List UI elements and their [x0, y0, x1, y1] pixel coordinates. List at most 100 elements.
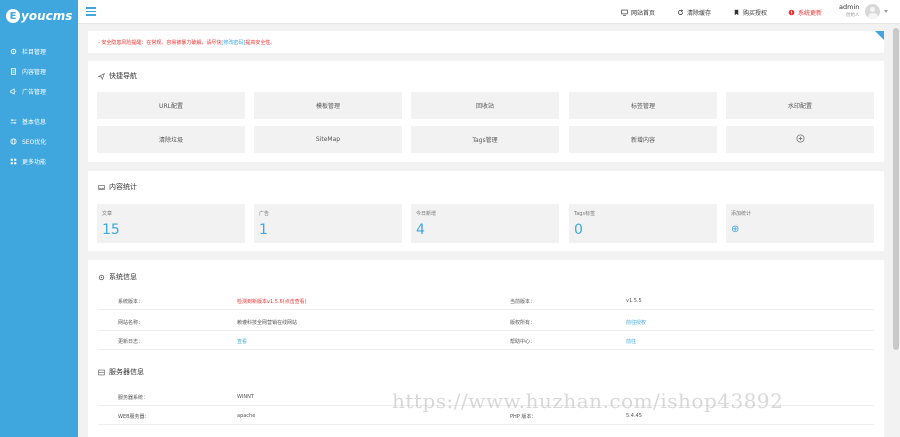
watermark: https://www.huzhan.com/ishop43892 [392, 389, 784, 413]
logo[interactable]: E youcms [6, 6, 72, 26]
gear-icon [9, 47, 17, 55]
quick-watermark-config[interactable]: 水印配置 [726, 92, 874, 119]
panel-title: 系统信息 [98, 272, 137, 282]
stat-articles[interactable]: 文章 15 [97, 204, 245, 243]
info-value: 赖遵科技全网营销在线网站 [237, 320, 298, 326]
quick-nav-title: 快捷导航 [109, 72, 137, 80]
chevron-down-icon[interactable] [884, 10, 888, 13]
panel-title: 内容统计 [98, 182, 137, 192]
stat-ads[interactable]: 广告 1 [254, 204, 402, 243]
alert-icon [788, 9, 795, 16]
quick-template-manage[interactable]: 模板管理 [254, 92, 402, 119]
stat-tags[interactable]: Tags标签 0 [569, 204, 717, 243]
quick-add-content[interactable]: 新增内容 [569, 126, 717, 153]
scrollbar[interactable] [893, 28, 899, 350]
help-center-link[interactable]: 前往 [626, 338, 636, 345]
sidebar-item-basic-info[interactable]: 基本信息 [0, 114, 78, 128]
logo-text: youcms [21, 9, 73, 23]
sidebar-item-more[interactable]: 更多功能 [0, 154, 78, 168]
quick-recycle-bin[interactable]: 回收站 [411, 92, 559, 119]
bookmark-icon [733, 9, 740, 16]
quick-add-button[interactable] [726, 126, 874, 153]
info-key: WEB服务器： [118, 414, 150, 420]
quick-nav-panel: 快捷导航 URL配置 模板管理 回收站 标签管理 水印配置 清除垃圾 SiteM… [88, 61, 884, 162]
user-role: 创始人 [845, 13, 860, 18]
site-home-label: 网站首页 [631, 9, 656, 17]
sidebar-item-seo[interactable]: SEO优化 [0, 134, 78, 148]
quick-tags-manage[interactable]: Tags管理 [411, 126, 559, 153]
info-key: 帮助中心： [510, 339, 536, 345]
quick-label: 新增内容 [630, 137, 655, 144]
monitor-icon [621, 9, 628, 16]
site-home-link[interactable]: 网站首页 [621, 7, 655, 17]
quick-sitemap[interactable]: SiteMap [254, 126, 402, 153]
buy-license-link[interactable]: 购买授权 [733, 7, 767, 17]
corner-tag [875, 31, 884, 40]
stat-value: 1 [259, 222, 268, 238]
system-update-label: 系统更新 [798, 9, 823, 17]
info-value: v1.5.5 [626, 298, 642, 304]
gear-icon [98, 274, 105, 281]
user-name: admin [839, 3, 860, 11]
sidebar-item-content[interactable]: 内容管理 [0, 64, 78, 78]
system-info-title: 系统信息 [109, 273, 137, 281]
quick-tag-manage[interactable]: 标签管理 [569, 92, 717, 119]
update-available-link[interactable]: 检测到新版本v1.5.6(点击查看) [237, 298, 307, 305]
stat-label: 广告 [259, 211, 270, 217]
quick-clear-junk[interactable]: 清除垃圾 [97, 126, 245, 153]
sidebar-item-columns[interactable]: 栏目管理 [0, 44, 78, 58]
info-key: 版权所有： [510, 320, 536, 326]
info-key: PHP 版本： [510, 414, 537, 420]
avatar[interactable] [865, 4, 880, 19]
table-row: 更新日志： 查看 帮助中心： 前往 [98, 333, 874, 350]
security-warning: - 安全隐患风险提醒：在常规、容易被暴力破解，请尽快[修改密码]提高安全性。 [88, 31, 884, 53]
sidebar-item-label: 更多功能 [22, 158, 47, 166]
quick-url-config[interactable]: URL配置 [97, 92, 245, 119]
stat-value: 4 [416, 222, 425, 238]
info-value: WINNT [237, 394, 254, 400]
quick-label: 标签管理 [630, 103, 655, 110]
top-bar: 网站首页 清除缓存 购买授权 系统更新 admin 创始人 [78, 0, 900, 24]
user-info[interactable]: admin 创始人 [839, 3, 859, 18]
info-value: apache [237, 413, 256, 419]
stat-label: 今日新增 [416, 211, 437, 217]
sidebar: E youcms 栏目管理 内容管理 广告管理 基本信息 SEO优化 更多功能 [0, 0, 78, 437]
sidebar-item-label: 内容管理 [22, 68, 47, 76]
go-authorize-link[interactable]: 前往授权 [626, 319, 646, 326]
info-key: 系统版本： [118, 299, 144, 305]
quick-label: Tags管理 [472, 137, 498, 144]
info-key: 当前版本： [510, 299, 536, 305]
clear-cache-label: 清除缓存 [687, 9, 712, 17]
add-circle-icon [795, 134, 805, 145]
stat-label: Tags标签 [574, 211, 596, 217]
info-value: 5.4.45 [626, 413, 642, 419]
refresh-icon [677, 8, 684, 16]
system-update-link[interactable]: 系统更新 [788, 7, 822, 17]
info-key: 更新日志： [118, 339, 144, 345]
info-key: 网站名称： [118, 320, 144, 326]
menu-toggle-icon[interactable] [86, 7, 96, 16]
panel-title: 快捷导航 [98, 71, 137, 81]
stat-label: 文章 [102, 211, 113, 217]
panel-title: 服务器信息 [98, 367, 144, 377]
stat-add[interactable]: 添加统计 ⊕ [726, 204, 874, 243]
stat-value: 0 [574, 222, 583, 238]
change-password-link[interactable]: [修改密码] [221, 40, 245, 46]
stat-value: 15 [102, 222, 120, 238]
stat-today-new[interactable]: 今日新增 4 [411, 204, 559, 243]
stats-title: 内容统计 [109, 183, 137, 191]
megaphone-icon [9, 87, 17, 95]
server-icon [98, 369, 105, 376]
stat-label: 添加统计 [731, 211, 752, 217]
server-info-title: 服务器信息 [109, 368, 144, 376]
buy-license-label: 购买授权 [743, 9, 768, 17]
sidebar-item-ads[interactable]: 广告管理 [0, 84, 78, 98]
stats-panel: 内容统计 文章 15 广告 1 今日新增 4 Tags标签 0 添加统计 ⊕ [88, 171, 884, 251]
changelog-link[interactable]: 查看 [237, 338, 247, 345]
sliders-icon [9, 117, 17, 125]
clear-cache-link[interactable]: 清除缓存 [677, 7, 711, 17]
quick-label: 回收站 [475, 103, 494, 110]
sidebar-item-label: SEO优化 [22, 138, 47, 146]
send-icon [98, 72, 105, 80]
quick-label: 模板管理 [315, 103, 340, 110]
